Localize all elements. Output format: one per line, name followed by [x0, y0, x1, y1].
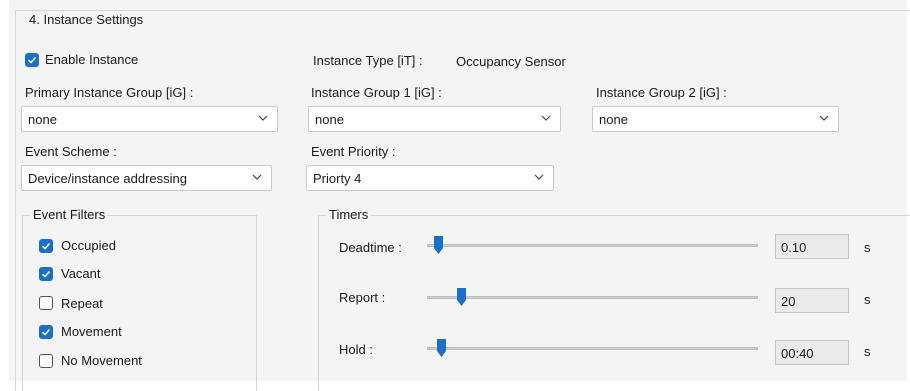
group1-label: Instance Group 1 [iG] :	[311, 85, 442, 100]
deadtime-unit: s	[864, 240, 871, 255]
chevron-down-icon	[534, 174, 544, 180]
filter-vacant-label: Vacant	[61, 266, 101, 281]
enable-instance-label: Enable Instance	[45, 52, 139, 67]
enable-instance-checkbox[interactable]	[25, 53, 39, 67]
filter-repeat-label: Repeat	[61, 296, 103, 311]
instance-type-label: Instance Type [iT] :	[313, 53, 423, 68]
deadtime-slider-thumb[interactable]	[433, 236, 443, 254]
event-priority-value: Priorty 4	[313, 171, 362, 186]
chevron-down-icon	[819, 115, 829, 121]
hold-value: 00:40	[781, 346, 814, 361]
instance-type-value: Occupancy Sensor	[456, 54, 566, 69]
filter-no-movement-label: No Movement	[61, 353, 142, 368]
hold-slider-track[interactable]	[427, 347, 758, 350]
deadtime-slider-track[interactable]	[427, 244, 758, 247]
report-slider-thumb[interactable]	[456, 288, 466, 306]
filter-occupied-label: Occupied	[61, 238, 116, 253]
deadtime-value-field[interactable]: 0.10	[775, 234, 849, 259]
report-unit: s	[864, 292, 871, 307]
primary-group-select[interactable]: none	[21, 106, 278, 132]
hold-value-field[interactable]: 00:40	[775, 340, 849, 365]
event-priority-select[interactable]: Priorty 4	[306, 165, 554, 191]
chevron-down-icon	[541, 115, 551, 121]
deadtime-value: 0.10	[781, 240, 807, 255]
filter-repeat-checkbox[interactable]	[39, 296, 53, 310]
event-filters-title: Event Filters	[30, 207, 109, 222]
filter-occupied-checkbox[interactable]	[39, 239, 53, 253]
timers-title: Timers	[326, 207, 372, 222]
chevron-down-icon	[252, 174, 262, 180]
filter-no-movement-checkbox[interactable]	[39, 354, 53, 368]
event-scheme-value: Device/instance addressing	[28, 171, 187, 186]
hold-slider-thumb[interactable]	[436, 339, 446, 357]
event-scheme-select[interactable]: Device/instance addressing	[21, 165, 272, 191]
filter-movement-checkbox[interactable]	[39, 325, 53, 339]
hold-label: Hold :	[339, 342, 373, 357]
chevron-down-icon	[258, 115, 268, 121]
report-slider-track[interactable]	[427, 296, 758, 299]
filter-vacant-checkbox[interactable]	[39, 267, 53, 281]
section-title: 4. Instance Settings	[26, 12, 147, 27]
group2-label: Instance Group 2 [iG] :	[596, 85, 727, 100]
event-priority-label: Event Priority :	[311, 144, 396, 159]
report-value: 20	[781, 294, 796, 309]
deadtime-label: Deadtime :	[339, 240, 402, 255]
event-scheme-label: Event Scheme :	[25, 144, 117, 159]
group2-select[interactable]: none	[592, 106, 839, 132]
group1-value: none	[315, 112, 344, 127]
primary-group-value: none	[28, 112, 57, 127]
group2-value: none	[599, 112, 628, 127]
hold-unit: s	[864, 344, 871, 359]
report-label: Report :	[339, 290, 386, 305]
report-value-field[interactable]: 20	[775, 288, 849, 313]
primary-group-label: Primary Instance Group [iG] :	[25, 85, 194, 100]
filter-movement-label: Movement	[61, 324, 122, 339]
group1-select[interactable]: none	[308, 106, 561, 132]
